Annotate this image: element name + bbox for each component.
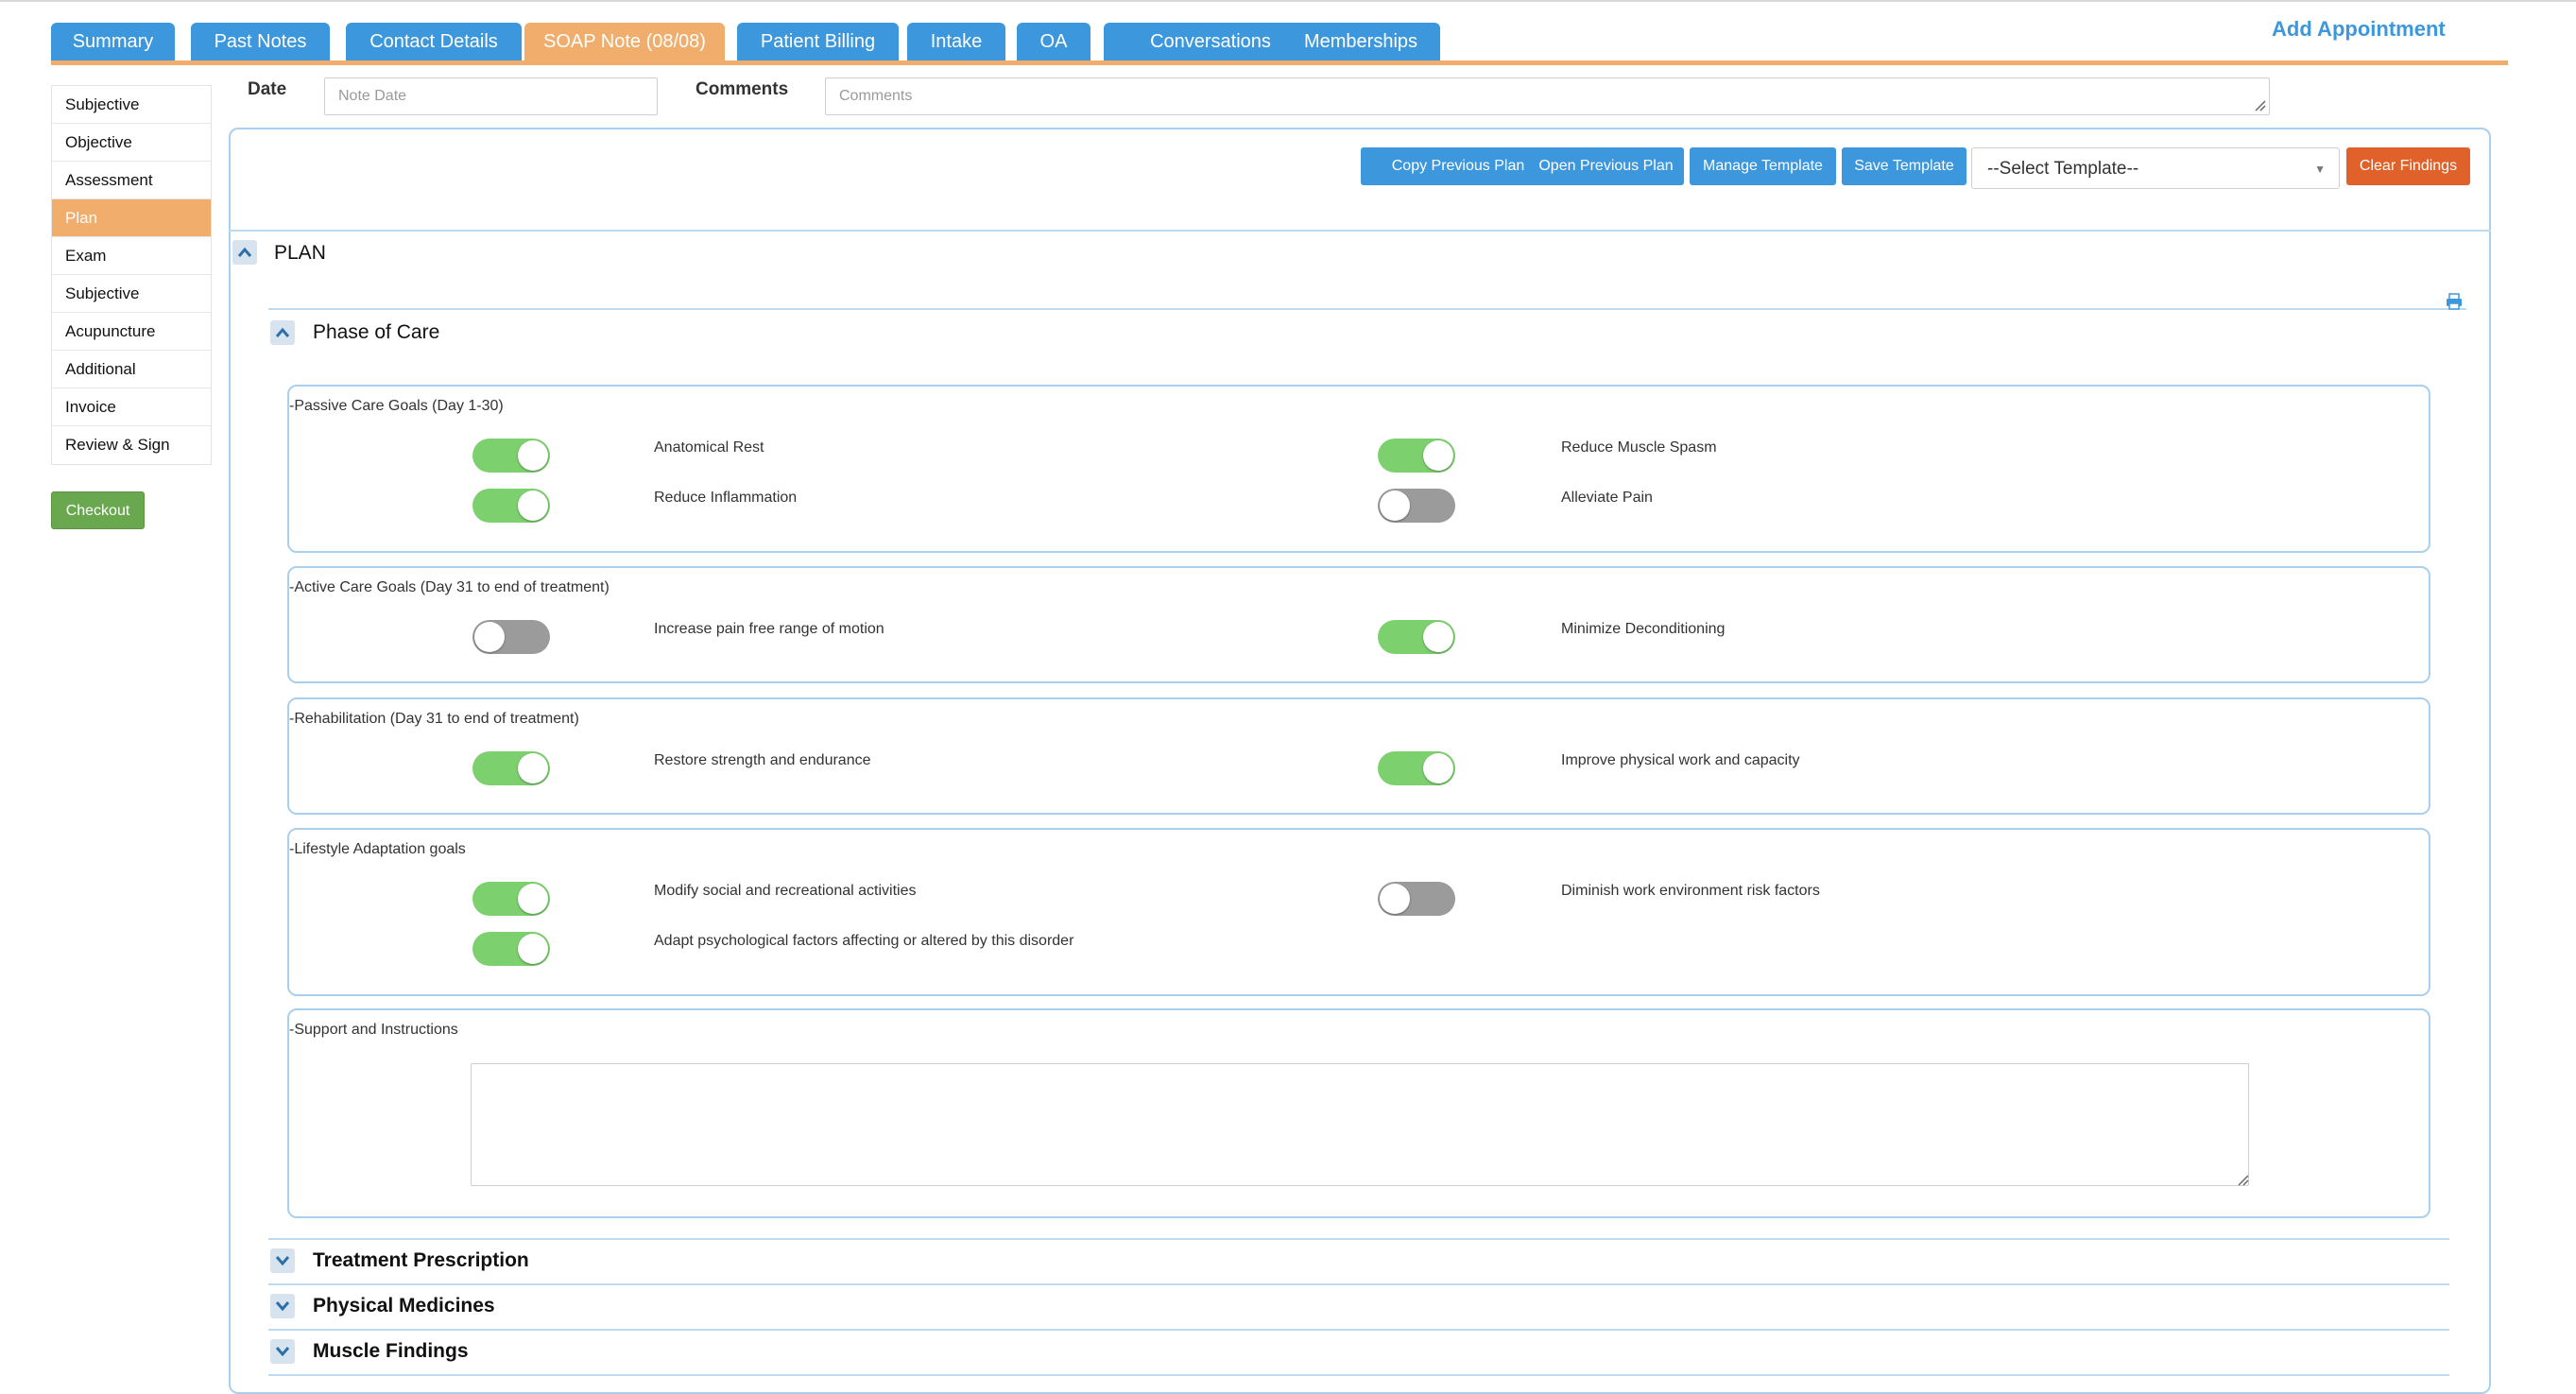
goal-label: Increase pain free range of motion xyxy=(654,621,884,637)
group-title: -Support and Instructions xyxy=(289,1022,458,1038)
select-template-value: --Select Template-- xyxy=(1987,159,2139,179)
date-label: Date xyxy=(248,79,287,99)
lifestyle-adaptation-goals-box: -Lifestyle Adaptation goals Modify socia… xyxy=(287,828,2430,996)
print-icon[interactable] xyxy=(2444,291,2464,312)
group-title: -Lifestyle Adaptation goals xyxy=(289,841,466,857)
comments-label: Comments xyxy=(696,79,789,99)
toggle-reduce-muscle-spasm[interactable] xyxy=(1378,439,1455,473)
muscle-findings-expand-toggle[interactable] xyxy=(270,1339,295,1364)
resize-grip-icon[interactable] xyxy=(2253,98,2266,112)
section-divider xyxy=(268,1238,2449,1240)
chevron-down-icon xyxy=(275,1256,290,1266)
sidebar-item-exam[interactable]: Exam xyxy=(52,237,211,275)
sidebar-item-assessment[interactable]: Assessment xyxy=(52,162,211,199)
top-border xyxy=(0,0,2576,2)
group-title: -Active Care Goals (Day 31 to end of tre… xyxy=(289,579,610,595)
goal-label: Alleviate Pain xyxy=(1561,490,1653,506)
treatment-prescription-expand-toggle[interactable] xyxy=(270,1248,295,1273)
checkout-button[interactable]: Checkout xyxy=(51,491,145,529)
open-previous-plan-button[interactable]: Open Previous Plan xyxy=(1528,147,1684,185)
section-divider xyxy=(268,1283,2449,1285)
sidebar-item-review-sign[interactable]: Review & Sign xyxy=(52,426,211,464)
passive-care-goals-box: -Passive Care Goals (Day 1-30) Anatomica… xyxy=(287,385,2430,553)
sidebar-item-subjective-2[interactable]: Subjective xyxy=(52,275,211,313)
tab-underline xyxy=(51,60,2508,65)
phase-of-care-title: Phase of Care xyxy=(313,321,440,343)
muscle-findings-title[interactable]: Muscle Findings xyxy=(313,1340,469,1363)
toggle-restore-strength[interactable] xyxy=(472,751,550,785)
section-divider xyxy=(268,1374,2449,1376)
sidebar-item-invoice[interactable]: Invoice xyxy=(52,388,211,426)
goal-label: Minimize Deconditioning xyxy=(1561,621,1726,637)
goal-label: Restore strength and endurance xyxy=(654,752,871,768)
soap-sidebar: Subjective Objective Assessment Plan Exa… xyxy=(51,85,212,465)
plan-collapse-toggle[interactable] xyxy=(232,240,257,265)
goal-label: Anatomical Rest xyxy=(654,439,764,456)
toggle-increase-pain-free-rom[interactable] xyxy=(472,620,550,654)
treatment-prescription-title[interactable]: Treatment Prescription xyxy=(313,1249,529,1272)
tab-summary[interactable]: Summary xyxy=(51,23,175,60)
select-template-dropdown[interactable]: --Select Template-- ▼ xyxy=(1971,147,2340,189)
plan-divider xyxy=(268,308,2466,310)
section-divider xyxy=(268,1329,2449,1331)
toolbar-divider xyxy=(229,230,2491,232)
toggle-minimize-deconditioning[interactable] xyxy=(1378,620,1455,654)
toggle-anatomical-rest[interactable] xyxy=(472,439,550,473)
sidebar-item-additional[interactable]: Additional xyxy=(52,351,211,388)
physical-medicines-title[interactable]: Physical Medicines xyxy=(313,1295,495,1317)
toggle-improve-physical-work[interactable] xyxy=(1378,751,1455,785)
chevron-down-icon xyxy=(275,1301,290,1312)
goal-label: Improve physical work and capacity xyxy=(1561,752,1800,768)
chevron-down-icon: ▼ xyxy=(2314,163,2326,176)
tab-soap-note[interactable]: SOAP Note (08/08) xyxy=(524,23,725,60)
add-appointment-link[interactable]: Add Appointment xyxy=(2272,17,2446,42)
toggle-modify-social-activities[interactable] xyxy=(472,882,550,916)
tab-intake[interactable]: Intake xyxy=(907,23,1005,60)
manage-template-button[interactable]: Manage Template xyxy=(1690,147,1836,185)
physical-medicines-expand-toggle[interactable] xyxy=(270,1294,295,1318)
group-title: -Rehabilitation (Day 31 to end of treatm… xyxy=(289,711,579,727)
note-date-input[interactable] xyxy=(324,77,658,115)
toggle-alleviate-pain[interactable] xyxy=(1378,489,1455,523)
tab-past-notes[interactable]: Past Notes xyxy=(191,23,330,60)
support-instructions-box: -Support and Instructions xyxy=(287,1008,2430,1218)
sidebar-item-objective[interactable]: Objective xyxy=(52,124,211,162)
goal-label: Adapt psychological factors affecting or… xyxy=(654,933,1074,949)
chevron-up-icon xyxy=(237,247,252,257)
rehabilitation-goals-box: -Rehabilitation (Day 31 to end of treatm… xyxy=(287,697,2430,815)
goal-label: Reduce Inflammation xyxy=(654,490,798,506)
tab-oa[interactable]: OA xyxy=(1017,23,1091,60)
chevron-down-icon xyxy=(275,1347,290,1357)
chevron-up-icon xyxy=(275,327,290,337)
clear-findings-button[interactable]: Clear Findings xyxy=(2346,147,2470,185)
plan-title: PLAN xyxy=(274,242,326,264)
sidebar-item-plan[interactable]: Plan xyxy=(52,199,211,237)
active-care-goals-box: -Active Care Goals (Day 31 to end of tre… xyxy=(287,566,2430,683)
goal-label: Diminish work environment risk factors xyxy=(1561,883,1820,899)
phase-of-care-collapse-toggle[interactable] xyxy=(270,320,295,345)
tab-contact-details[interactable]: Contact Details xyxy=(346,23,522,60)
tab-memberships[interactable]: Memberships xyxy=(1281,23,1440,60)
sidebar-item-acupuncture[interactable]: Acupuncture xyxy=(52,313,211,351)
group-title: -Passive Care Goals (Day 1-30) xyxy=(289,398,504,414)
comments-input[interactable] xyxy=(825,77,2270,115)
sidebar-item-subjective[interactable]: Subjective xyxy=(52,86,211,124)
toggle-reduce-inflammation[interactable] xyxy=(472,489,550,523)
save-template-button[interactable]: Save Template xyxy=(1842,147,1966,185)
toggle-adapt-psychological-factors[interactable] xyxy=(472,932,550,966)
toggle-diminish-work-risk[interactable] xyxy=(1378,882,1455,916)
copy-previous-plan-button[interactable]: Copy Previous Plan xyxy=(1361,147,1555,185)
support-instructions-textarea[interactable] xyxy=(471,1063,2249,1186)
tab-patient-billing[interactable]: Patient Billing xyxy=(737,23,899,60)
resize-grip-icon[interactable] xyxy=(2236,1173,2249,1186)
goal-label: Modify social and recreational activitie… xyxy=(654,883,917,899)
goal-label: Reduce Muscle Spasm xyxy=(1561,439,1717,456)
